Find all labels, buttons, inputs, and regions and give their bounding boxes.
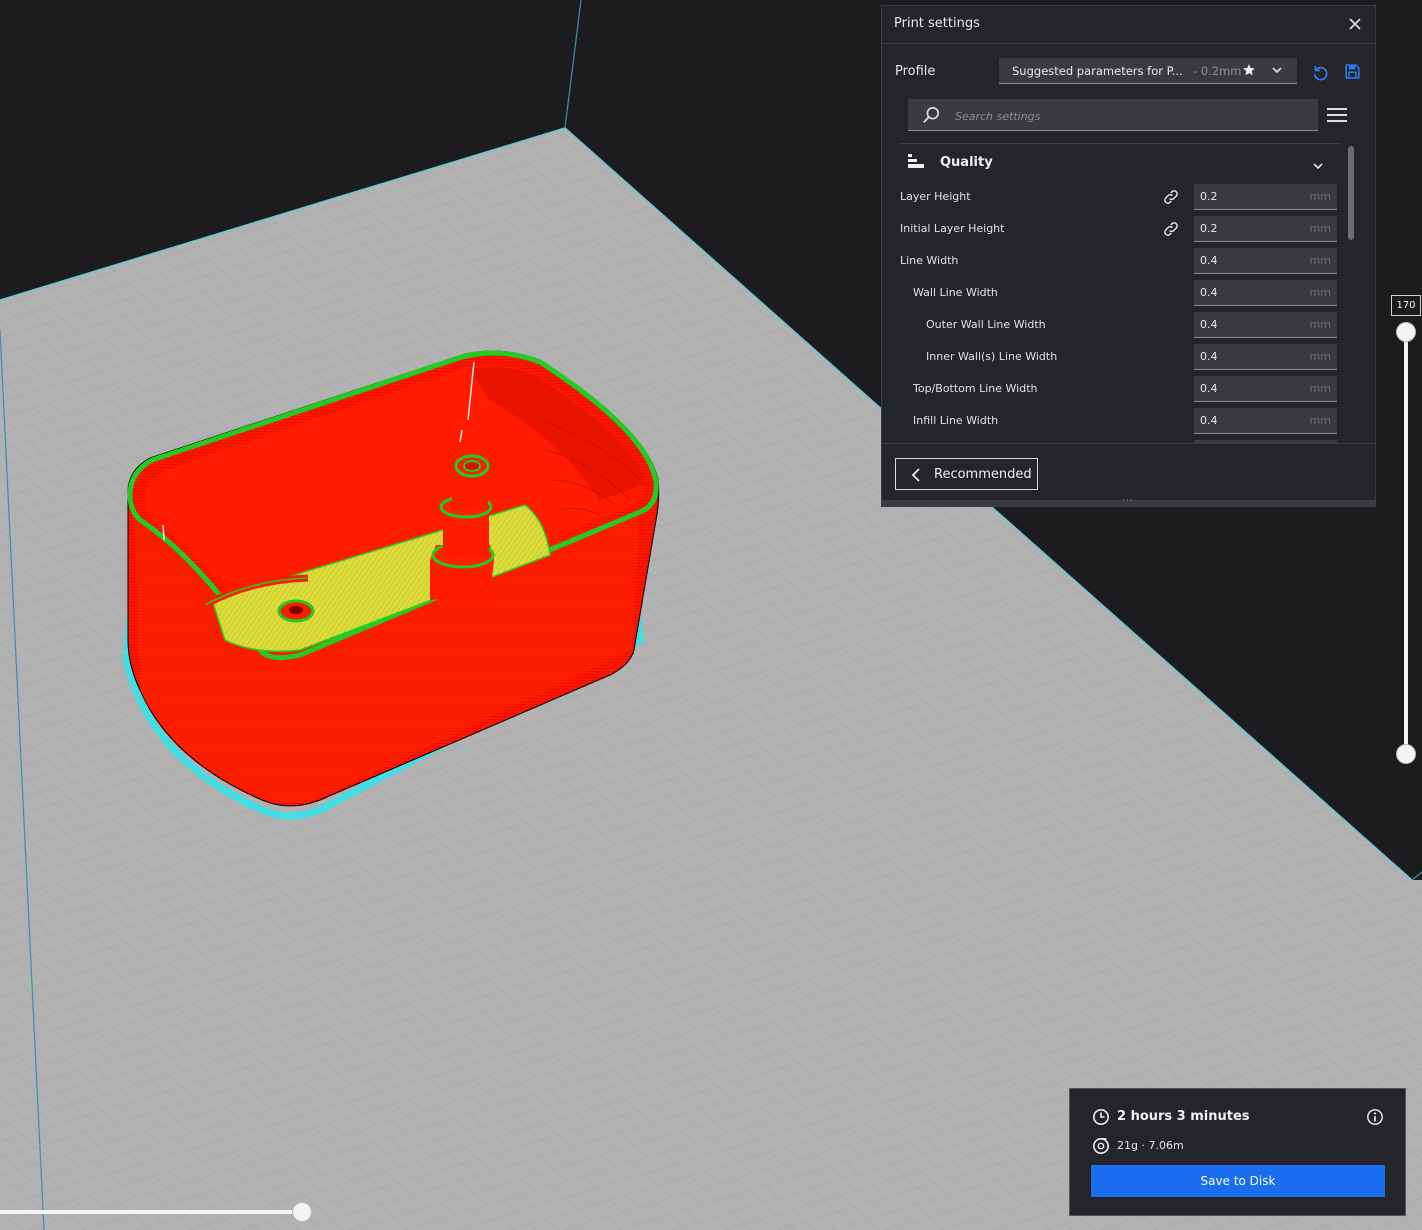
spool-icon: [1092, 1137, 1110, 1159]
inner-wall-line-width-field[interactable]: 0.4 mm: [1194, 344, 1337, 370]
setting-label: Initial Layer Height: [900, 222, 1005, 235]
quality-icon: [908, 154, 926, 174]
link-icon[interactable]: [1162, 188, 1180, 210]
save-to-disk-button[interactable]: Save to Disk: [1091, 1165, 1385, 1197]
setting-label: Outer Wall Line Width: [926, 318, 1046, 331]
setting-outer-wall-line-width: Outer Wall Line Width 0.4 mm: [900, 310, 1340, 340]
search-icon: [922, 106, 940, 128]
setting-unit: mm: [1309, 382, 1331, 395]
setting-unit: mm: [1309, 318, 1331, 331]
initial-layer-height-field[interactable]: 0.2 mm: [1194, 216, 1337, 242]
setting-value: 0.4: [1200, 382, 1218, 395]
setting-label: Line Width: [900, 254, 959, 267]
settings-visibility-menu-icon[interactable]: [1327, 104, 1349, 126]
chevron-down-icon: [1312, 157, 1324, 176]
save-profile-icon[interactable]: [1344, 63, 1361, 84]
infill-line-width-field[interactable]: 0.4 mm: [1194, 408, 1337, 434]
wall-line-width-field[interactable]: 0.4 mm: [1194, 280, 1337, 306]
setting-initial-layer-height: Initial Layer Height 0.2 mm: [900, 214, 1340, 244]
layer-number-readout[interactable]: 170: [1391, 295, 1421, 316]
settings-scrollbar[interactable]: [1348, 146, 1354, 240]
settings-list[interactable]: Quality Layer Height 0.2 mm Initial Laye…: [900, 143, 1340, 444]
search-field[interactable]: [908, 99, 1318, 131]
setting-label: Inner Wall(s) Line Width: [926, 350, 1058, 363]
setting-unit: mm: [1309, 190, 1331, 203]
setting-top-bottom-line-width: Top/Bottom Line Width 0.4 mm: [900, 374, 1340, 404]
grip-dots-icon: ···: [1122, 496, 1134, 506]
setting-layer-height: Layer Height 0.2 mm: [900, 182, 1340, 212]
top-bottom-line-width-field[interactable]: 0.4 mm: [1194, 376, 1337, 402]
chevron-down-icon: [1271, 64, 1283, 79]
setting-label: Infill Line Width: [913, 414, 999, 427]
info-icon[interactable]: [1366, 1108, 1384, 1130]
category-label: Quality: [940, 155, 993, 170]
setting-value: 0.4: [1200, 350, 1218, 363]
setting-value: 0.4: [1200, 414, 1218, 427]
profile-row: Profile Suggested parameters for P... - …: [882, 58, 1375, 86]
profile-layer-height: - 0.2mm: [1193, 64, 1242, 78]
clock-icon: [1092, 1108, 1110, 1130]
setting-value: 0.4: [1200, 286, 1218, 299]
layer-slider-upper-handle[interactable]: [1396, 322, 1416, 342]
setting-wall-line-width: Wall Line Width 0.4 mm: [900, 278, 1340, 308]
print-time: 2 hours 3 minutes: [1117, 1109, 1250, 1124]
material-usage: 21g · 7.06m: [1117, 1139, 1184, 1152]
setting-value: 0.2: [1200, 222, 1218, 235]
setting-label: Top/Bottom Line Width: [913, 382, 1038, 395]
panel-header: Print settings: [882, 6, 1375, 44]
print-summary-panel: 2 hours 3 minutes 21g · 7.06m Save to Di…: [1069, 1088, 1406, 1216]
simulation-slider-track[interactable]: [0, 1210, 302, 1214]
layer-slider-track[interactable]: [1404, 330, 1408, 754]
search-row: [908, 99, 1318, 131]
setting-unit: mm: [1309, 350, 1331, 363]
outer-wall-line-width-field[interactable]: 0.4 mm: [1194, 312, 1337, 338]
search-input[interactable]: [953, 105, 1307, 127]
setting-unit: mm: [1309, 222, 1331, 235]
setting-value: 0.4: [1200, 254, 1218, 267]
profile-label: Profile: [895, 64, 936, 79]
recommended-label: Recommended: [934, 467, 1032, 482]
setting-label: Wall Line Width: [913, 286, 998, 299]
layer-height-field[interactable]: 0.2 mm: [1194, 184, 1337, 210]
simulation-slider-handle[interactable]: [292, 1202, 312, 1222]
setting-unit: mm: [1309, 254, 1331, 267]
chevron-left-icon: [910, 467, 922, 486]
setting-value: 0.2: [1200, 190, 1218, 203]
print-settings-panel: Print settings Profile Suggested paramet…: [881, 5, 1376, 507]
panel-title: Print settings: [894, 16, 980, 31]
setting-infill-line-width: Infill Line Width 0.4 mm: [900, 406, 1340, 436]
layer-slider-lower-handle[interactable]: [1396, 744, 1416, 764]
link-icon[interactable]: [1162, 220, 1180, 242]
setting-value: 0.4: [1200, 318, 1218, 331]
profile-dropdown[interactable]: Suggested parameters for P... - 0.2mm: [999, 58, 1297, 84]
star-icon[interactable]: [1242, 63, 1256, 80]
setting-unit: mm: [1309, 286, 1331, 299]
panel-resize-handle[interactable]: ···: [882, 496, 1375, 507]
recommended-button[interactable]: Recommended: [895, 458, 1038, 490]
panel-footer: Recommended ···: [882, 443, 1375, 507]
line-width-field[interactable]: 0.4 mm: [1194, 248, 1337, 274]
setting-inner-wall-line-width: Inner Wall(s) Line Width 0.4 mm: [900, 342, 1340, 372]
reset-icon[interactable]: [1311, 63, 1329, 85]
setting-label: Layer Height: [900, 190, 971, 203]
profile-name: Suggested parameters for P...: [1012, 64, 1183, 78]
setting-line-width: Line Width 0.4 mm: [900, 246, 1340, 276]
close-icon[interactable]: [1345, 14, 1365, 34]
category-quality[interactable]: Quality: [908, 152, 1328, 176]
setting-unit: mm: [1309, 414, 1331, 427]
